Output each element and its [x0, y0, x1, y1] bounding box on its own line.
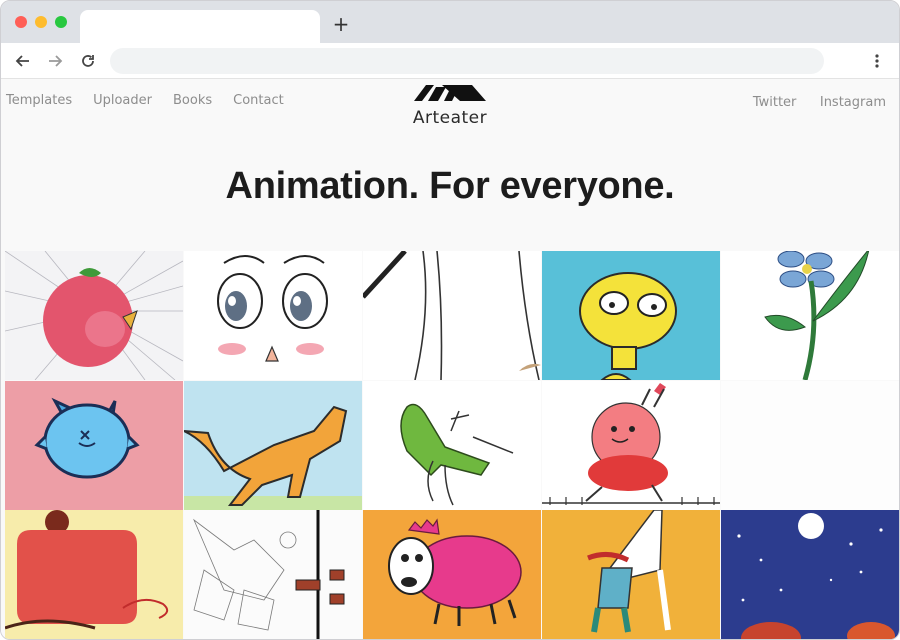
strawberry-bird-drawing [5, 251, 183, 380]
gallery-tile-night-sky[interactable] [721, 510, 899, 639]
pink-robot-drawing [542, 381, 720, 510]
close-window-button[interactable] [15, 16, 27, 28]
nav-twitter-link[interactable]: Twitter [753, 95, 797, 110]
back-button[interactable] [13, 51, 33, 71]
logo-wordmark: Arteater [412, 108, 488, 128]
browser-window: + Templates Uploader Books Contact Artea… [0, 0, 900, 640]
primary-nav: Templates Uploader Books Contact [6, 93, 305, 108]
gallery-tile-strawberry-bird[interactable] [5, 251, 183, 380]
yellow-creature-drawing [542, 251, 720, 380]
pencil-sketch-drawing [184, 510, 362, 639]
site-logo[interactable]: Arteater [409, 81, 491, 131]
social-nav: Twitter Instagram [734, 93, 886, 111]
title-bar: + [1, 1, 899, 43]
kebab-menu-icon [875, 54, 879, 68]
maximize-window-button[interactable] [55, 16, 67, 28]
giraffe-figure-drawing [542, 510, 720, 639]
reload-button[interactable] [78, 51, 98, 71]
gallery-tile-blue-flower[interactable] [721, 251, 899, 380]
browser-menu-button[interactable] [869, 51, 885, 71]
gallery-tile-blank[interactable] [721, 381, 899, 510]
minimize-window-button[interactable] [35, 16, 47, 28]
gallery-tile-orange-cat[interactable] [184, 381, 362, 510]
gallery-tile-giraffe-figure[interactable] [542, 510, 720, 639]
new-tab-button[interactable]: + [331, 13, 351, 35]
drawing-gallery [5, 251, 899, 639]
arrow-right-icon [49, 55, 63, 67]
address-bar[interactable] [110, 48, 824, 74]
gallery-tile-green-figure[interactable] [363, 381, 541, 510]
logo-mark-icon [414, 85, 486, 101]
green-figure-drawing [363, 381, 541, 510]
red-shape-drawing [5, 510, 183, 639]
gallery-tile-pencil-sketch[interactable] [184, 510, 362, 639]
blue-flower-drawing [721, 251, 899, 380]
arrow-left-icon [15, 55, 29, 67]
gallery-tile-blue-cat[interactable] [5, 381, 183, 510]
pink-sheep-drawing [363, 510, 541, 639]
nav-instagram-link[interactable]: Instagram [820, 95, 886, 110]
gallery-tile-yellow-creature[interactable] [542, 251, 720, 380]
gallery-tile-pink-robot[interactable] [542, 381, 720, 510]
gallery-tile-red-shape[interactable] [5, 510, 183, 639]
nav-templates-link[interactable]: Templates [6, 93, 72, 108]
cartoon-eyes-drawing [184, 251, 362, 380]
blue-cat-drawing [5, 381, 183, 510]
gallery-tile-line-sketch[interactable] [363, 251, 541, 380]
orange-cat-drawing [184, 381, 362, 510]
blank-drawing [721, 381, 899, 510]
night-sky-drawing [721, 510, 899, 639]
page-headline: Animation. For everyone. [225, 165, 675, 207]
nav-uploader-link[interactable]: Uploader [93, 93, 152, 108]
gallery-tile-cartoon-eyes[interactable] [184, 251, 362, 380]
forward-button[interactable] [45, 51, 65, 71]
page-content: Templates Uploader Books Contact Arteate… [1, 79, 899, 639]
gallery-tile-pink-sheep[interactable] [363, 510, 541, 639]
line-sketch-drawing [363, 251, 541, 380]
nav-books-link[interactable]: Books [173, 93, 212, 108]
browser-toolbar [1, 43, 899, 79]
reload-icon [82, 55, 94, 67]
browser-tab[interactable] [80, 10, 320, 43]
nav-contact-link[interactable]: Contact [233, 93, 284, 108]
